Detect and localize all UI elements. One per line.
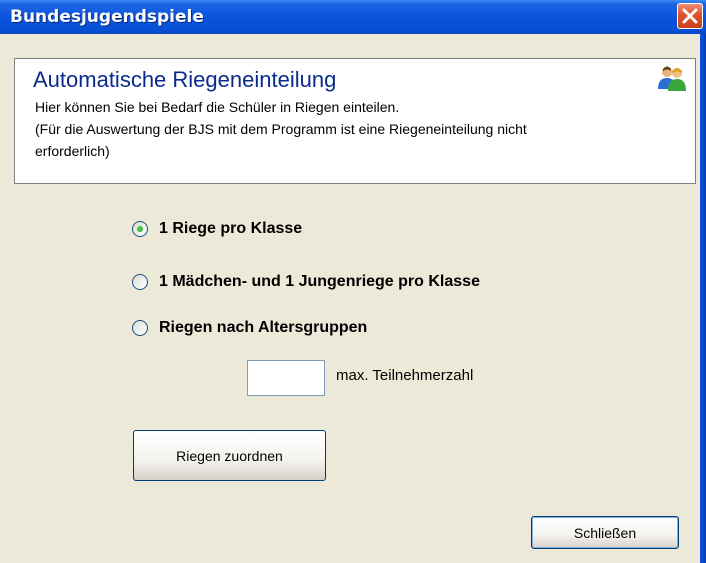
option-label: 1 Mädchen- und 1 Jungenriege pro Klasse (159, 273, 480, 290)
header-description-line3: erforderlich) (35, 143, 110, 159)
users-icon (658, 66, 686, 91)
radio-button[interactable] (132, 320, 148, 336)
dialog-window: Bundesjugendspiele Automatische Riegenei… (0, 0, 706, 563)
close-icon (682, 8, 698, 24)
max-participants-label: max. Teilnehmerzahl (336, 367, 474, 384)
header-description-line1: Hier können Sie bei Bedarf die Schüler i… (35, 99, 400, 115)
radio-button-checked[interactable] (132, 221, 148, 237)
option-one-per-class[interactable]: 1 Riege pro Klasse (132, 217, 302, 241)
option-label: 1 Riege pro Klasse (159, 220, 303, 237)
window-frame-right (700, 34, 706, 563)
header-panel: Automatische Riegeneinteilung Hier könne… (14, 58, 696, 184)
title-bar[interactable]: Bundesjugendspiele (0, 0, 706, 34)
close-button[interactable]: Schließen (531, 516, 679, 549)
option-girls-boys-per-class[interactable]: 1 Mädchen- und 1 Jungenriege pro Klasse (132, 270, 480, 294)
max-participants-input[interactable] (247, 360, 325, 396)
option-label: Riegen nach Altersgruppen (159, 319, 368, 336)
radio-button[interactable] (132, 274, 148, 290)
option-age-groups[interactable]: Riegen nach Altersgruppen (132, 316, 367, 340)
assign-squads-button[interactable]: Riegen zuordnen (133, 430, 326, 481)
header-title: Automatische Riegeneinteilung (33, 67, 337, 92)
window-title: Bundesjugendspiele (10, 7, 204, 27)
close-window-button[interactable] (677, 3, 703, 29)
header-description-line2: (Für die Auswertung der BJS mit dem Prog… (35, 121, 527, 137)
